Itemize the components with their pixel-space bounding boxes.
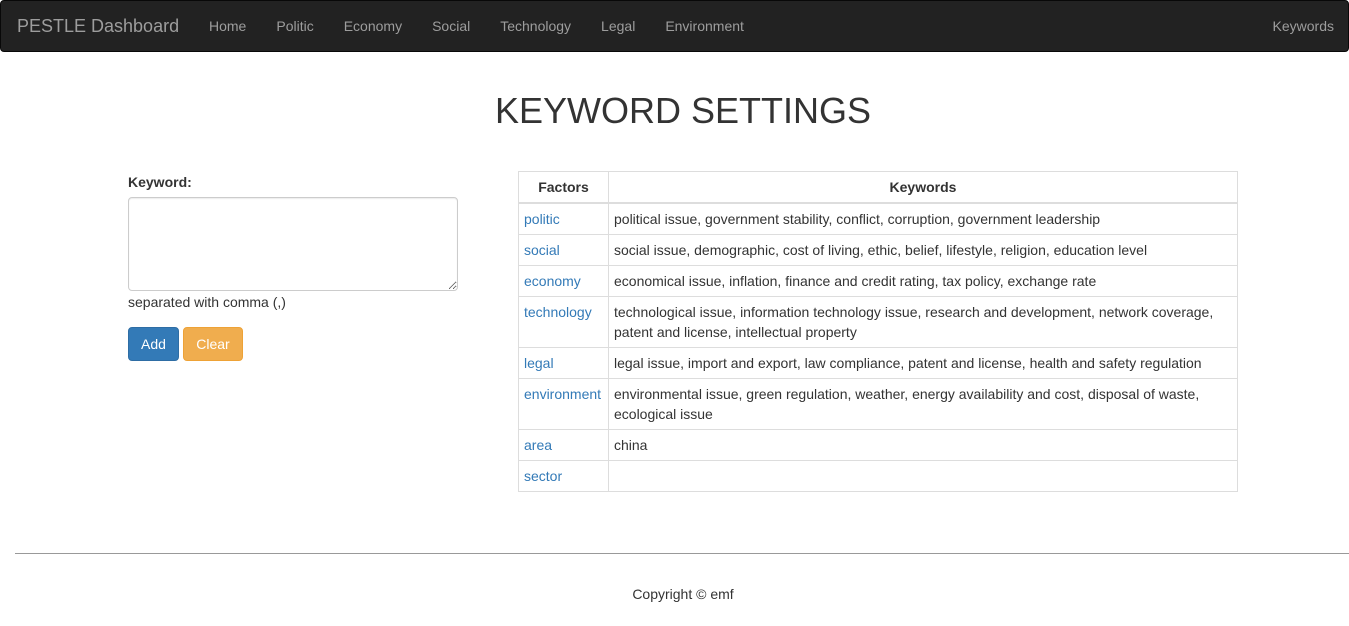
footer-divider bbox=[15, 553, 1349, 554]
table-row: technology technological issue, informat… bbox=[518, 296, 1238, 348]
main-nav: Home Politic Economy Social Technology L… bbox=[194, 1, 759, 51]
table-row: legal legal issue, import and export, la… bbox=[518, 347, 1238, 379]
factor-link-sector[interactable]: sector bbox=[524, 468, 562, 484]
nav-politic[interactable]: Politic bbox=[261, 1, 328, 51]
nav-environment[interactable]: Environment bbox=[650, 1, 759, 51]
factor-link-environment[interactable]: environment bbox=[524, 386, 601, 402]
add-button[interactable]: Add bbox=[128, 327, 179, 361]
brand-link[interactable]: PESTLE Dashboard bbox=[17, 16, 179, 36]
keywords-cell: economical issue, inflation, finance and… bbox=[608, 265, 1238, 297]
keywords-cell: technological issue, information technol… bbox=[608, 296, 1238, 348]
keywords-cell: political issue, government stability, c… bbox=[608, 202, 1238, 235]
table-row: environment environmental issue, green r… bbox=[518, 378, 1238, 430]
nav-right: Keywords bbox=[1258, 1, 1348, 51]
table-row: economy economical issue, inflation, fin… bbox=[518, 265, 1238, 297]
factor-link-technology[interactable]: technology bbox=[524, 304, 592, 320]
factor-cell: area bbox=[518, 429, 609, 461]
nav-keywords[interactable]: Keywords bbox=[1258, 1, 1348, 51]
keywords-cell: legal issue, import and export, law comp… bbox=[608, 347, 1238, 379]
table-row: social social issue, demographic, cost o… bbox=[518, 234, 1238, 266]
clear-button[interactable]: Clear bbox=[183, 327, 243, 361]
factor-link-legal[interactable]: legal bbox=[524, 355, 554, 371]
keyword-textarea[interactable] bbox=[128, 197, 458, 291]
nav-home[interactable]: Home bbox=[194, 1, 261, 51]
factor-link-economy[interactable]: economy bbox=[524, 273, 581, 289]
keywords-cell: social issue, demographic, cost of livin… bbox=[608, 234, 1238, 266]
footer-copyright: Copyright © emf bbox=[632, 586, 734, 602]
factor-cell: legal bbox=[518, 347, 609, 379]
factor-cell: technology bbox=[518, 296, 609, 348]
nav-technology[interactable]: Technology bbox=[485, 1, 586, 51]
nav-social[interactable]: Social bbox=[417, 1, 485, 51]
keywords-cell bbox=[608, 460, 1238, 492]
table-row: politic political issue, government stab… bbox=[518, 202, 1238, 235]
keywords-cell: china bbox=[608, 429, 1238, 461]
factor-cell: politic bbox=[518, 202, 609, 235]
factor-link-politic[interactable]: politic bbox=[524, 211, 560, 227]
table-row: area china bbox=[518, 429, 1238, 461]
factor-link-social[interactable]: social bbox=[524, 242, 560, 258]
nav-economy[interactable]: Economy bbox=[329, 1, 417, 51]
keyword-label: Keyword: bbox=[128, 174, 192, 190]
factor-cell: economy bbox=[518, 265, 609, 297]
keywords-cell: environmental issue, green regulation, w… bbox=[608, 378, 1238, 430]
page-title: KEYWORD SETTINGS bbox=[494, 90, 872, 131]
header-factors: Factors bbox=[518, 171, 609, 204]
header-keywords: Keywords bbox=[608, 171, 1238, 204]
table-header-row: Factors Keywords bbox=[518, 171, 1238, 204]
nav-legal[interactable]: Legal bbox=[586, 1, 650, 51]
form-buttons: Add Clear bbox=[128, 327, 458, 361]
keyword-help-text: separated with comma (,) bbox=[128, 294, 286, 310]
keyword-form: Keyword: separated with comma (,) Add Cl… bbox=[128, 172, 458, 361]
keywords-table: Factors Keywords politic political issue… bbox=[518, 171, 1238, 492]
table-row: sector bbox=[518, 460, 1238, 492]
factor-cell: sector bbox=[518, 460, 609, 492]
top-navbar: PESTLE Dashboard Home Politic Economy So… bbox=[0, 0, 1349, 52]
factor-cell: social bbox=[518, 234, 609, 266]
factor-cell: environment bbox=[518, 378, 609, 430]
factor-link-area[interactable]: area bbox=[524, 437, 552, 453]
